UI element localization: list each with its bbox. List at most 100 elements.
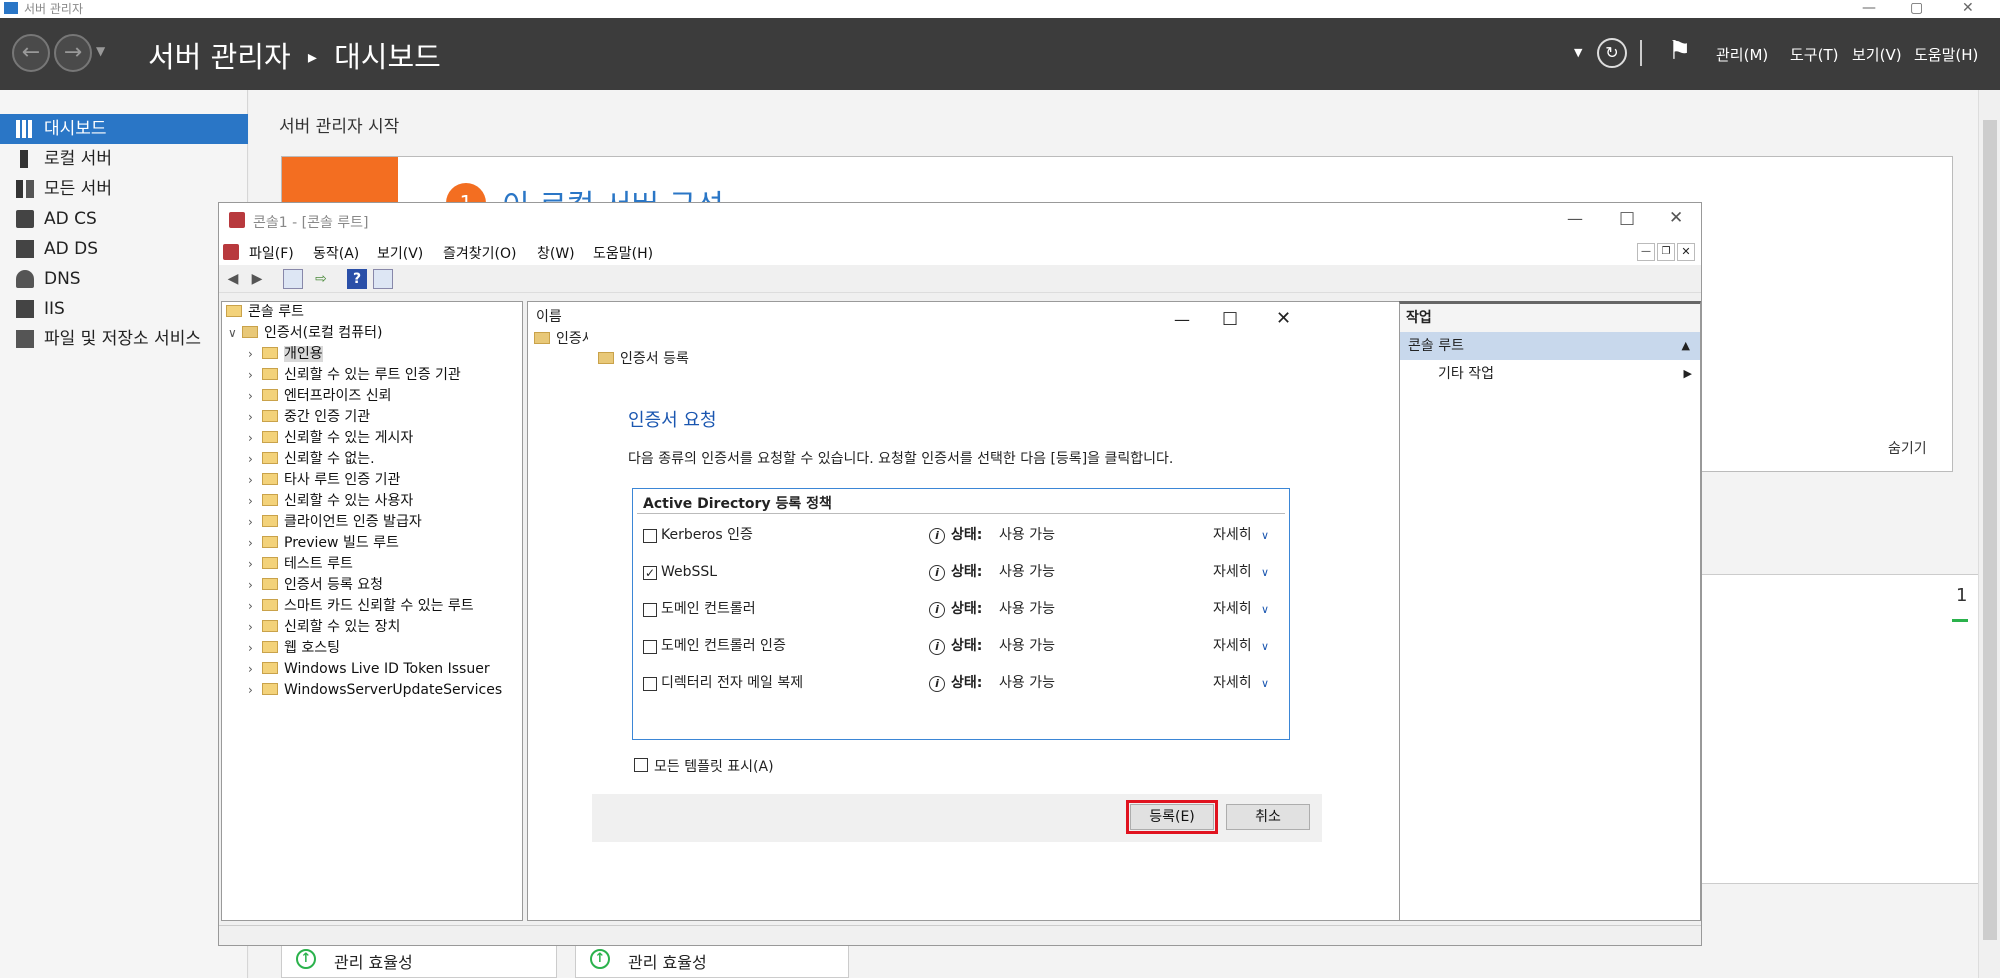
tree-item[interactable]: › 웹 호스팅 [248,638,340,659]
tree-item[interactable]: › 신뢰할 수 있는 게시자 [248,428,413,449]
chevron-right-icon[interactable]: › [248,617,262,638]
hide-link[interactable]: 숨기기 [1888,438,1927,458]
menu-tools[interactable]: 도구(T) [1790,44,1838,65]
tree-item[interactable]: › 신뢰할 수 있는 장치 [248,617,400,638]
mmc-menu-help[interactable]: 도움말(H) [593,243,653,263]
menu-manage[interactable]: 관리(M) [1716,44,1768,65]
restore-button[interactable]: ▢ [1910,0,1923,16]
chevron-right-icon[interactable]: › [248,512,262,533]
sidebar-item-all-servers[interactable]: 모든 서버 [0,174,248,204]
list-item[interactable]: 인증서 [534,328,595,348]
history-dropdown-icon[interactable]: ▼ [96,44,105,58]
export-list-icon[interactable]: ⇨ [311,269,331,289]
tree-item[interactable]: › Preview 빌드 루트 [248,533,399,554]
chevron-right-icon[interactable]: › [248,575,262,596]
chevron-right-icon[interactable]: › [248,659,262,680]
collapse-icon[interactable]: ▲ [1682,332,1690,360]
mmc-close-button[interactable]: ✕ [1669,208,1683,228]
tree-item[interactable]: › 클라이언트 인증 발급자 [248,512,422,533]
child-restore-button[interactable]: ❐ [1657,243,1675,261]
mmc-menu-window[interactable]: 창(W) [537,243,575,263]
back-arrow-icon[interactable]: ◀ [223,269,243,289]
tree-item[interactable]: › 인증서 등록 요청 [248,575,383,596]
sidebar-item-adcs[interactable]: AD CS [0,204,248,234]
tree-item-certificates[interactable]: ∨ 인증서(로컬 컴퓨터) [228,323,382,344]
mmc-maximize-button[interactable]: □ [1619,208,1635,228]
chevron-down-icon[interactable]: ∨ [1261,554,1269,591]
show-action-pane-icon[interactable] [373,269,393,289]
action-section-console-root[interactable]: 콘솔 루트 ▲ [1400,332,1700,360]
chevron-right-icon[interactable]: › [248,386,262,407]
sidebar-item-adds[interactable]: AD DS [0,234,248,264]
enroll-button[interactable]: 등록(E) [1126,800,1218,834]
chevron-right-icon[interactable]: › [248,554,262,575]
dialog-maximize-button[interactable]: □ [1222,308,1238,328]
dropdown-icon[interactable]: ▼ [1574,46,1582,59]
cancel-button[interactable]: 취소 [1226,804,1310,830]
sidebar-item-dns[interactable]: DNS [0,264,248,294]
tile-label[interactable]: 관리 효율성 [334,949,413,973]
chevron-right-icon[interactable]: › [248,638,262,659]
show-all-templates[interactable]: 모든 템플릿 표시(A) [634,756,774,776]
details-link[interactable]: 자세히 [1213,665,1252,702]
details-link[interactable]: 자세히 [1213,554,1252,591]
details-link[interactable]: 자세히 [1213,517,1252,554]
template-row[interactable]: 도메인 컨트롤러 인증 i 상태: 사용 가능 자세히 ∨ [633,628,1289,665]
tree-item[interactable]: › 스마트 카드 신뢰할 수 있는 루트 [248,596,474,617]
template-row[interactable]: 도메인 컨트롤러 i 상태: 사용 가능 자세히 ∨ [633,591,1289,628]
mmc-minimize-button[interactable]: — [1567,209,1583,228]
forward-arrow-icon[interactable]: ▶ [247,269,267,289]
quick-start-tile[interactable] [282,157,398,203]
sidebar-item-iis[interactable]: IIS [0,294,248,324]
tree-item[interactable]: › 신뢰할 수 없는. [248,449,375,470]
sidebar-item-file-storage[interactable]: 파일 및 저장소 서비스 [0,324,248,354]
mmc-menu-favorites[interactable]: 즐겨찾기(O) [443,243,516,263]
back-button[interactable]: ← [12,34,50,72]
menu-view[interactable]: 보기(V) [1852,44,1902,65]
details-link[interactable]: 자세히 [1213,591,1252,628]
chevron-right-icon[interactable]: › [248,344,262,365]
scroll-thumb[interactable] [1983,120,1997,940]
chevron-down-icon[interactable]: ∨ [1261,591,1269,628]
action-more-actions[interactable]: 기타 작업 ▶ [1400,360,1700,388]
mmc-menu-view[interactable]: 보기(V) [377,243,423,263]
refresh-icon[interactable]: ↻ [1597,38,1627,68]
template-row[interactable]: ✓ WebSSL i 상태: 사용 가능 자세히 ∨ [633,554,1289,591]
close-button[interactable]: ✕ [1962,0,1974,16]
tree-item[interactable]: › 개인용 [248,344,323,365]
menu-help[interactable]: 도움말(H) [1914,44,1978,65]
tree-item[interactable]: › 테스트 루트 [248,554,353,575]
chevron-right-icon[interactable]: › [248,470,262,491]
tree-item-console-root[interactable]: 콘솔 루트 [226,302,304,323]
main-scrollbar[interactable] [1978,90,2000,978]
template-checkbox[interactable]: ✓ [643,566,657,580]
template-checkbox[interactable] [643,603,657,617]
tree-item[interactable]: › WindowsServerUpdateServices [248,680,502,701]
chevron-down-icon[interactable]: ∨ [1261,517,1269,554]
tree-item[interactable]: › 타사 루트 인증 기관 [248,470,400,491]
flag-icon[interactable]: ⚑ [1668,36,1691,66]
tree-item[interactable]: › 신뢰할 수 있는 루트 인증 기관 [248,365,461,386]
chevron-right-icon[interactable]: › [248,533,262,554]
dialog-minimize-button[interactable]: — [1174,310,1190,329]
forward-button[interactable]: → [54,34,92,72]
chevron-right-icon[interactable]: › [248,428,262,449]
child-close-button[interactable]: ✕ [1677,243,1695,261]
chevron-right-icon[interactable]: › [248,449,262,470]
help-icon[interactable]: ? [347,269,367,289]
template-checkbox[interactable] [643,640,657,654]
child-minimize-button[interactable]: — [1637,243,1655,261]
chevron-down-icon[interactable]: ∨ [228,323,242,344]
minimize-button[interactable]: — [1862,0,1876,16]
template-row[interactable]: Kerberos 인증 i 상태: 사용 가능 자세히 ∨ [633,517,1289,554]
template-checkbox[interactable] [643,677,657,691]
chevron-down-icon[interactable]: ∨ [1261,665,1269,702]
chevron-right-icon[interactable]: › [248,491,262,512]
tree-item[interactable]: › 중간 인증 기관 [248,407,370,428]
template-row[interactable]: 디렉터리 전자 메일 복제 i 상태: 사용 가능 자세히 ∨ [633,665,1289,702]
chevron-right-icon[interactable]: › [248,596,262,617]
chevron-right-icon[interactable]: › [248,365,262,386]
tree-item[interactable]: › Windows Live ID Token Issuer [248,659,490,680]
chevron-right-icon[interactable]: › [248,680,262,701]
chevron-down-icon[interactable]: ∨ [1261,628,1269,665]
